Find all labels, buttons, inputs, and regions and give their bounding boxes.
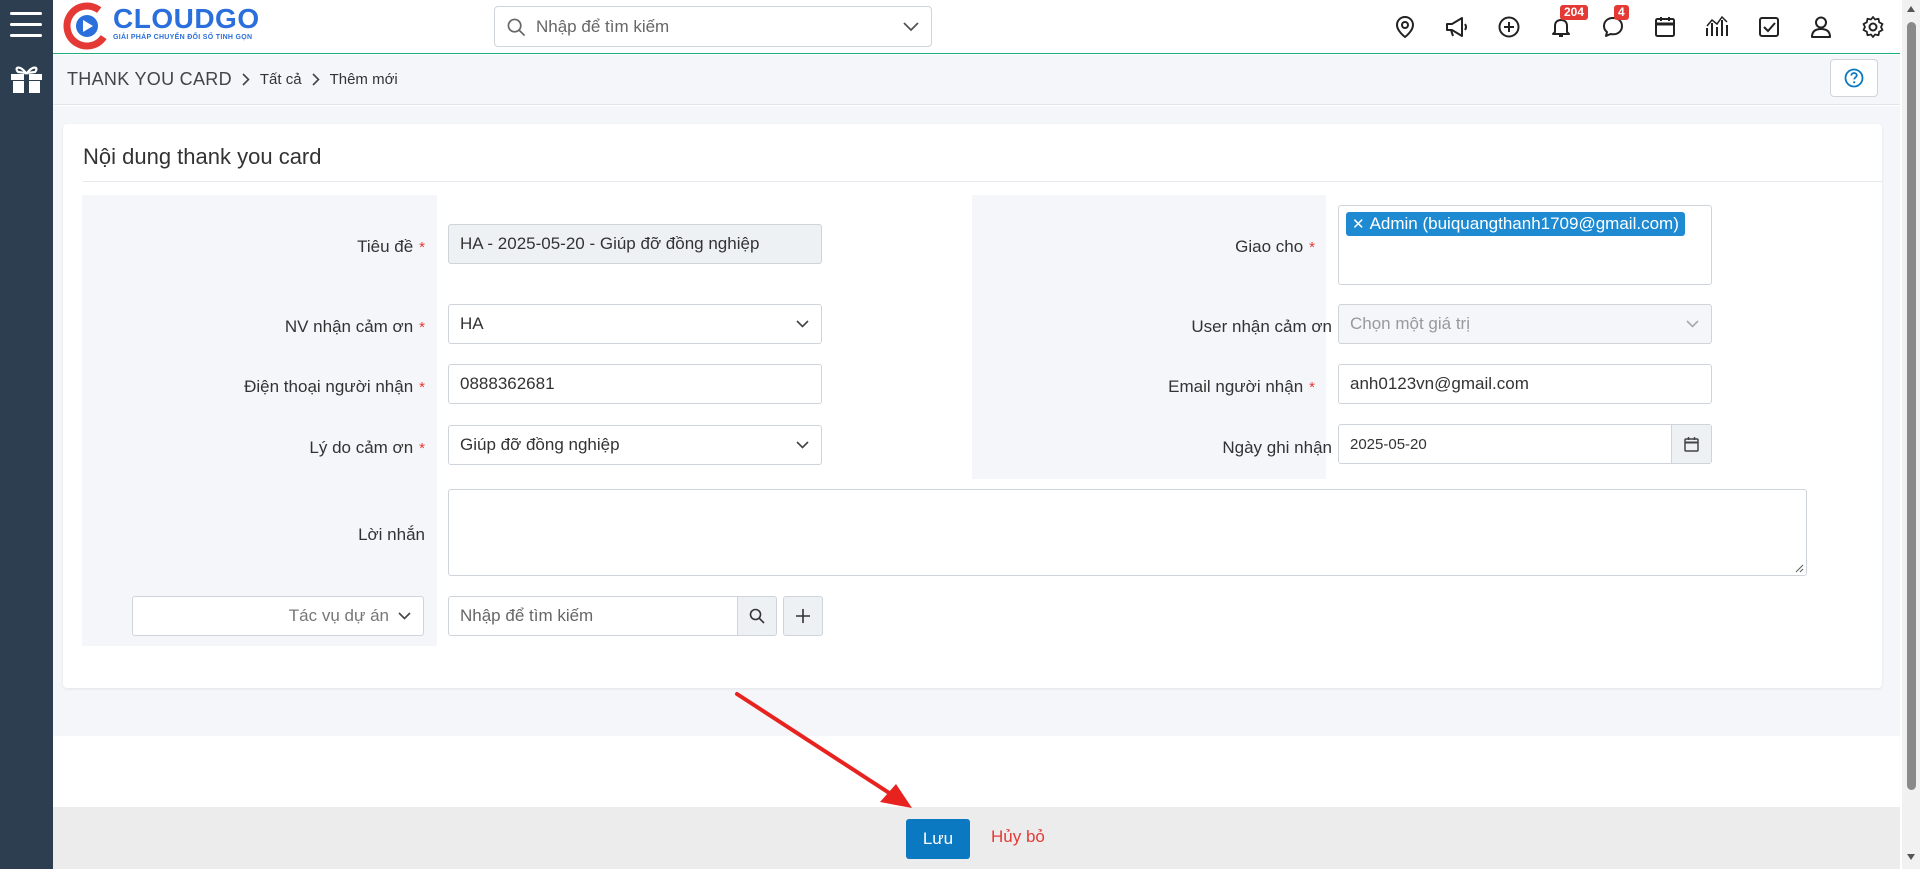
phone-label: Điện thoại người nhận *: [244, 377, 425, 396]
task-search-input[interactable]: Nhập để tìm kiếm: [448, 596, 742, 636]
bell-icon[interactable]: 204: [1546, 5, 1589, 42]
left-label-panel: [82, 195, 437, 646]
chevron-down-icon: [398, 612, 411, 620]
resize-handle-icon[interactable]: [1795, 564, 1804, 573]
breadcrumb: THANK YOU CARD Tất cả Thêm mới: [67, 69, 398, 90]
chevron-down-icon: [1686, 320, 1699, 328]
breadcrumb-bar: THANK YOU CARD Tất cả Thêm mới: [53, 55, 1900, 105]
user-icon[interactable]: [1806, 12, 1836, 42]
title-field[interactable]: HA - 2025-05-20 - Giúp đỡ đồng nghiệp: [448, 224, 822, 264]
remove-tag-icon[interactable]: ✕: [1352, 215, 1365, 233]
breadcrumb-item-all[interactable]: Tất cả: [260, 71, 302, 88]
assignee-tag[interactable]: ✕ Admin (buiquangthanh1709@gmail.com): [1346, 212, 1685, 236]
task-add-button[interactable]: [783, 596, 823, 636]
gift-icon[interactable]: [9, 62, 44, 94]
top-header: CLOUDGO GIẢI PHÁP CHUYỂN ĐỔI SỐ TINH GỌN…: [53, 0, 1900, 54]
divider: [83, 181, 1883, 182]
user-select[interactable]: Chọn một giá trị: [1338, 304, 1712, 344]
plus-icon: [796, 609, 810, 623]
employee-label: NV nhận cảm ơn *: [284, 317, 425, 336]
chat-icon[interactable]: 4: [1598, 5, 1629, 42]
help-button[interactable]: [1830, 59, 1878, 97]
scrollbar-thumb[interactable]: [1907, 22, 1916, 790]
notification-badge: 204: [1560, 5, 1589, 20]
email-input[interactable]: anh0123vn@gmail.com: [1338, 364, 1712, 404]
breadcrumb-item-new: Thêm mới: [329, 71, 398, 88]
search-icon: [507, 18, 526, 37]
plus-circle-icon[interactable]: [1494, 12, 1524, 42]
menu-icon[interactable]: [10, 12, 42, 40]
breadcrumb-root[interactable]: THANK YOU CARD: [67, 69, 232, 90]
assignee-label: Giao cho *: [1235, 237, 1315, 256]
chevron-down-icon: [796, 441, 809, 449]
megaphone-icon[interactable]: [1442, 12, 1472, 42]
title-label: Tiêu đề *: [357, 237, 425, 256]
left-rail: [0, 0, 53, 869]
form-card: Nội dung thank you card Tiêu đề * HA - 20…: [63, 124, 1883, 688]
location-icon[interactable]: [1390, 12, 1420, 42]
logo-tagline: GIẢI PHÁP CHUYỂN ĐỔI SỐ TINH GỌN: [113, 34, 253, 41]
save-button[interactable]: Lưu: [906, 819, 970, 859]
help-icon: [1844, 68, 1864, 88]
calendar-icon[interactable]: [1650, 12, 1680, 42]
chevron-down-icon: [796, 320, 809, 328]
date-input[interactable]: 2025-05-20: [1338, 424, 1712, 464]
task-search-button[interactable]: [737, 596, 777, 636]
reason-label: Lý do cảm ơn *: [309, 438, 425, 457]
phone-input[interactable]: 0888362681: [448, 364, 822, 404]
global-search-input[interactable]: [536, 15, 876, 39]
calendar-icon: [1684, 437, 1699, 452]
checkbox-icon[interactable]: [1754, 12, 1784, 42]
form-footer: [53, 807, 1900, 869]
chevron-right-icon: [242, 73, 250, 86]
logo-name: CLOUDGO: [113, 3, 260, 34]
chevron-down-icon[interactable]: [903, 22, 919, 32]
task-type-select[interactable]: Tác vụ dự án: [132, 596, 424, 636]
logo[interactable]: CLOUDGO GIẢI PHÁP CHUYỂN ĐỔI SỐ TINH GỌN: [63, 1, 273, 51]
scroll-up-icon[interactable]: [1906, 5, 1916, 13]
chevron-right-icon: [312, 73, 320, 86]
message-label: Lời nhắn: [358, 525, 425, 544]
cancel-button[interactable]: Hủy bỏ: [991, 827, 1045, 847]
global-search[interactable]: [494, 6, 932, 47]
settings-icon[interactable]: [1858, 12, 1888, 42]
assignee-field[interactable]: ✕ Admin (buiquangthanh1709@gmail.com): [1338, 205, 1712, 285]
reason-select[interactable]: Giúp đỡ đồng nghiệp: [448, 425, 822, 465]
date-label: Ngày ghi nhận: [1222, 438, 1332, 457]
message-textarea[interactable]: [448, 489, 1807, 576]
user-label: User nhận cảm ơn: [1191, 317, 1332, 336]
employee-select[interactable]: HA: [448, 304, 822, 344]
chart-icon[interactable]: [1702, 12, 1732, 42]
card-title: Nội dung thank you card: [83, 144, 322, 169]
email-label: Email người nhận *: [1168, 377, 1315, 396]
date-picker-button[interactable]: [1671, 425, 1711, 463]
search-icon: [749, 608, 765, 624]
logo-icon: [63, 2, 111, 50]
vertical-scrollbar[interactable]: [1902, 0, 1920, 869]
message-badge: 4: [1614, 5, 1629, 20]
scroll-down-icon[interactable]: [1906, 853, 1916, 861]
